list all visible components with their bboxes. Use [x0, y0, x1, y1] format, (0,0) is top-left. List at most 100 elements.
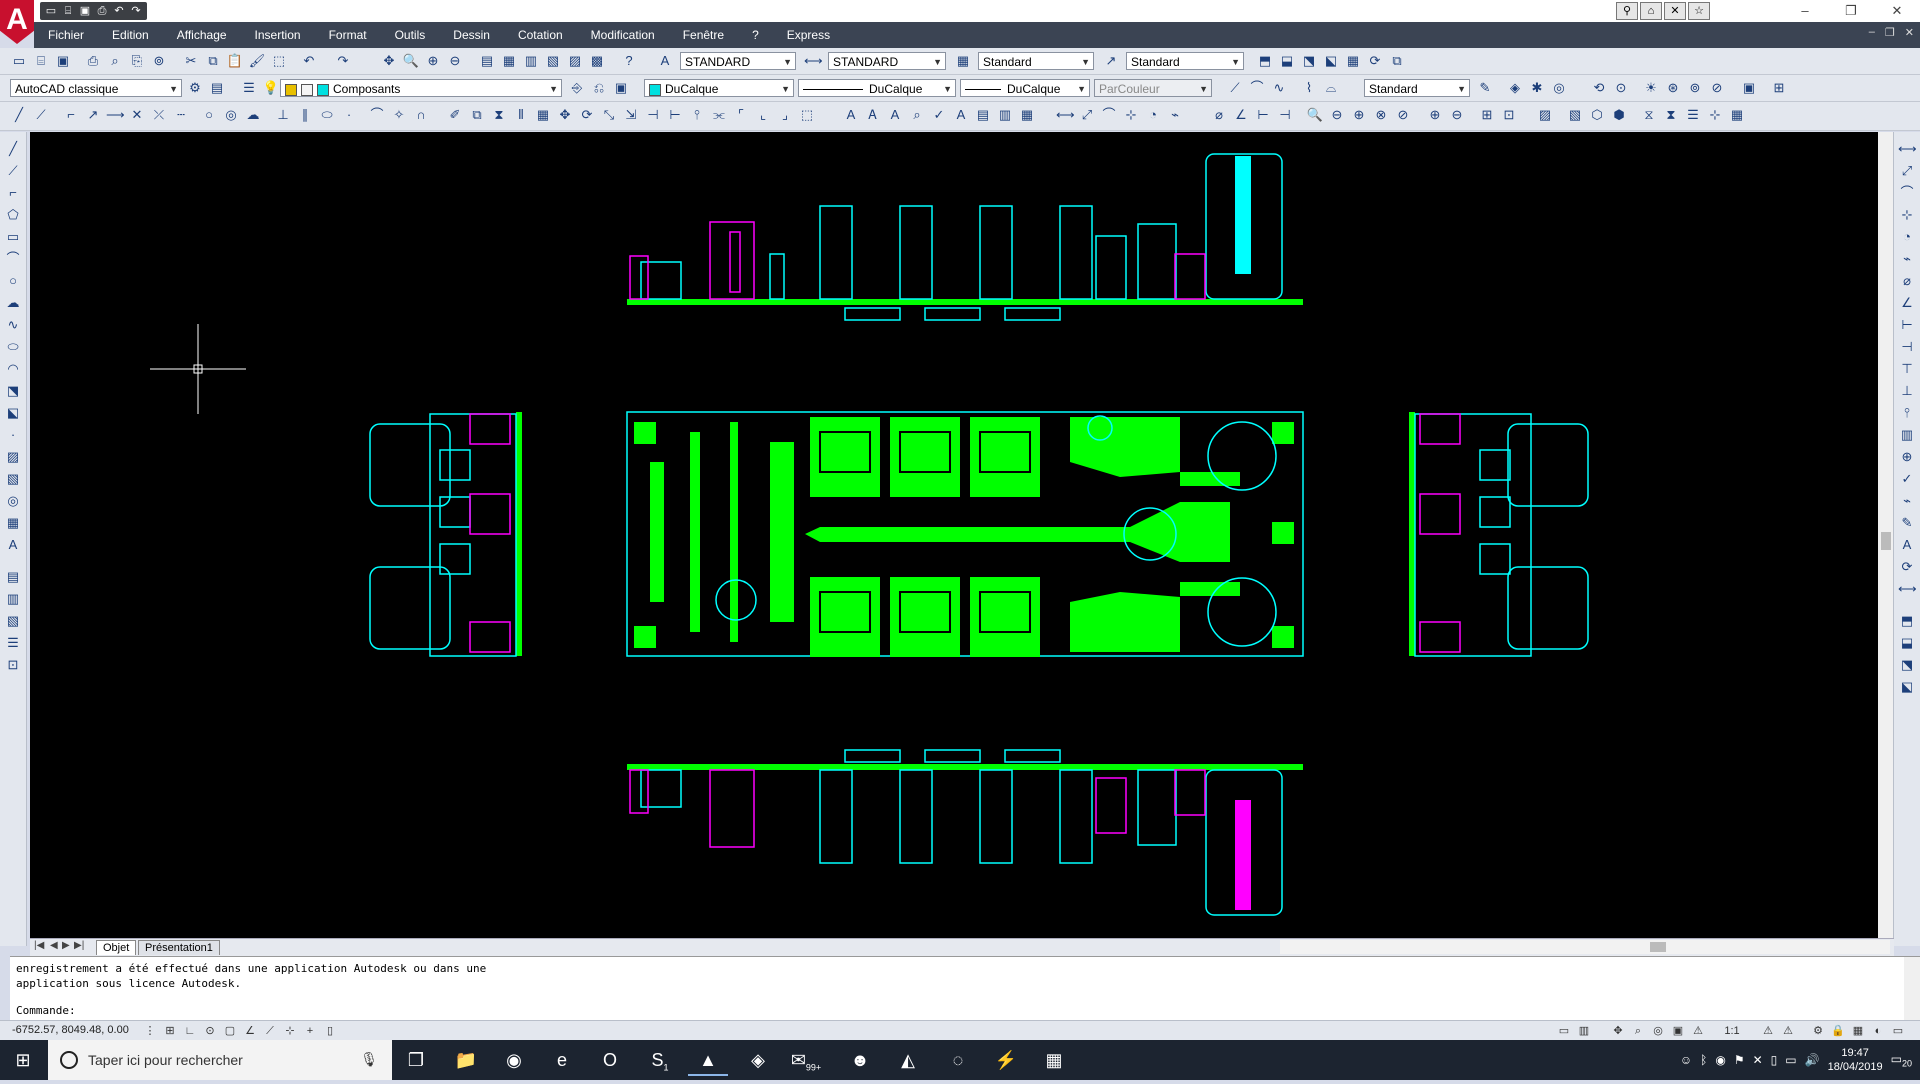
network-icon[interactable]: ▭ — [1785, 1053, 1796, 1067]
menu-insertion[interactable]: Insertion — [241, 22, 315, 48]
layer-previous-icon[interactable]: ⎌ — [590, 79, 608, 97]
fly-icon[interactable]: ⊘ — [1708, 79, 1726, 97]
hardware-accel-icon[interactable]: ▦ — [1850, 1023, 1866, 1039]
dim-style-icon[interactable]: ⟷ — [1898, 580, 1917, 598]
region-icon[interactable]: ◎ — [4, 492, 22, 510]
dim-diameter-icon[interactable]: ⌀ — [1898, 272, 1916, 290]
move-icon[interactable]: ✥ — [556, 106, 574, 124]
measure-icon[interactable]: ⧖ — [1640, 106, 1658, 124]
model-space-canvas[interactable] — [30, 132, 1878, 938]
cut-icon[interactable]: ✂ — [182, 52, 200, 70]
zoom-status-icon[interactable]: ⌕ — [1630, 1023, 1646, 1039]
dim-aligned-icon[interactable]: ⤢ — [1898, 162, 1916, 180]
exchange-icon[interactable]: ⌂ — [1640, 2, 1662, 20]
lineweight-select[interactable]: DuCalque ▼ — [960, 79, 1090, 97]
multileader-style-select[interactable]: Standard ▼ — [1126, 52, 1244, 70]
polar-icon[interactable]: ⊙ — [202, 1023, 218, 1039]
table-style-icon[interactable]: ▦ — [954, 52, 972, 70]
design-center-icon[interactable]: ▦ — [500, 52, 518, 70]
annotation-visibility-icon[interactable]: ⚠ — [1760, 1023, 1776, 1039]
lock-icon[interactable]: 🔒 — [1830, 1023, 1846, 1039]
skype-icon[interactable]: S1 — [640, 1044, 680, 1076]
id-point-icon[interactable]: ⊹ — [1706, 106, 1724, 124]
polyline-edit-icon[interactable]: ⟋ — [1226, 79, 1244, 97]
paste-icon[interactable]: 📋 — [226, 52, 244, 70]
linetype-select[interactable]: DuCalque ▼ — [798, 79, 956, 97]
geo-icon[interactable]: ⊛ — [1664, 79, 1682, 97]
last-tab-icon[interactable]: ▶| — [74, 940, 84, 951]
parallel-icon[interactable]: ∥ — [296, 106, 314, 124]
doc-minimize-icon[interactable]: – — [1869, 26, 1875, 39]
donut-icon[interactable]: ◎ — [222, 106, 240, 124]
ellipse-arc-icon[interactable]: ◠ — [4, 360, 22, 378]
offset-icon[interactable]: ⫴ — [512, 106, 530, 124]
menu-fichier[interactable]: Fichier — [34, 22, 98, 48]
chrome-icon[interactable]: ◉ — [494, 1044, 534, 1076]
polyline-icon[interactable]: ⌐ — [62, 106, 80, 124]
dim-style-icon[interactable]: ⟷ — [804, 52, 823, 70]
horizontal-scroll-thumb[interactable] — [1650, 942, 1666, 952]
app-browser-icon[interactable]: ◌ — [938, 1044, 978, 1076]
attach-xref-icon[interactable]: ⬕ — [1322, 52, 1340, 70]
workspace-switch-icon[interactable]: ⚙ — [1810, 1023, 1826, 1039]
zoom-in-icon[interactable]: ⊕ — [1426, 106, 1444, 124]
redo-icon[interactable]: ↷ — [334, 52, 352, 70]
join-icon[interactable]: ⫘ — [710, 106, 728, 124]
zoom-window-icon[interactable]: ⊕ — [424, 52, 442, 70]
vertical-scrollbar[interactable] — [1878, 132, 1894, 938]
inspection-icon[interactable]: ✓ — [1898, 470, 1916, 488]
lwt-icon[interactable]: + — [302, 1023, 318, 1039]
window-close-icon[interactable]: ✕ — [1874, 0, 1920, 22]
text-scale-icon[interactable]: A — [952, 106, 970, 124]
layer-properties-icon[interactable]: ☰ — [240, 79, 258, 97]
zoom-out-icon[interactable]: ⊖ — [1448, 106, 1466, 124]
dim-linear-icon[interactable]: ⟷ — [1056, 106, 1075, 124]
undo-icon[interactable]: ↶ — [112, 4, 126, 18]
polyline-icon[interactable]: ⌐ — [4, 184, 22, 202]
copy-icon[interactable]: ⧉ — [204, 52, 222, 70]
style-edit-icon[interactable]: ✎ — [1476, 79, 1494, 97]
menu-express[interactable]: Express — [773, 22, 844, 48]
dim-aligned-icon[interactable]: ⤢ — [1078, 106, 1096, 124]
layer-select[interactable]: Composants ▼ — [280, 79, 562, 97]
dashed-line-icon[interactable]: ┄ — [172, 106, 190, 124]
table-edit-icon[interactable]: ▦ — [1018, 106, 1036, 124]
search-icon[interactable]: ⚲ — [1616, 2, 1638, 20]
quick-dim-icon[interactable]: ⊢ — [1254, 106, 1272, 124]
undo-icon[interactable]: ↶ — [300, 52, 318, 70]
dim-baseline-icon[interactable]: ⊣ — [1898, 338, 1916, 356]
prev-tab-icon[interactable]: ◀ — [50, 940, 58, 951]
menu-affichage[interactable]: Affichage — [163, 22, 241, 48]
print-icon[interactable]: ⎙ — [84, 52, 102, 70]
text-style-select[interactable]: STANDARD ▼ — [680, 52, 796, 70]
workspace-settings-icon[interactable]: ⚙ — [186, 79, 204, 97]
app-robot-icon[interactable]: ☻ — [840, 1044, 880, 1076]
battery-icon[interactable]: ▯ — [1771, 1053, 1778, 1067]
save-icon[interactable]: ▣ — [54, 52, 72, 70]
showmotion-icon[interactable]: ▣ — [1670, 1023, 1686, 1039]
otrack-icon[interactable]: ∠ — [242, 1023, 258, 1039]
dim-arc-icon[interactable]: ⌒ — [1898, 184, 1916, 202]
jogged-linear-icon[interactable]: ⌁ — [1898, 492, 1916, 510]
materials-icon[interactable]: ◎ — [1550, 79, 1568, 97]
print-icon[interactable]: ⎙ — [95, 4, 109, 18]
perpendicular-icon[interactable]: ⊥ — [274, 106, 292, 124]
doc-restore-icon[interactable]: ❐ — [1885, 26, 1895, 39]
layer-on-icon[interactable]: 💡 — [262, 79, 280, 97]
clean-screen-icon[interactable]: ▭ — [1890, 1023, 1906, 1039]
vertical-scroll-thumb[interactable] — [1881, 532, 1891, 550]
layer-isolate-icon[interactable]: ⊡ — [4, 656, 22, 674]
autocad-taskbar-icon[interactable]: ▲ — [688, 1044, 728, 1076]
auto-scale-icon[interactable]: ⚠ — [1780, 1023, 1796, 1039]
text-justify-icon[interactable]: ▤ — [974, 106, 992, 124]
circle-icon[interactable]: ○ — [200, 106, 218, 124]
dim-ordinate-icon[interactable]: ⊹ — [1122, 106, 1140, 124]
zoom-window2-icon[interactable]: ⊕ — [1350, 106, 1368, 124]
zoom-scale-icon[interactable]: ⊘ — [1394, 106, 1412, 124]
hatch-icon[interactable]: ▨ — [1536, 106, 1554, 124]
zoom-realtime2-icon[interactable]: 🔍 — [1306, 106, 1324, 124]
dim-arc-icon[interactable]: ⌒ — [1100, 106, 1118, 124]
block-editor-icon[interactable]: ⬚ — [270, 52, 288, 70]
scale-icon[interactable]: ⤡ — [600, 106, 618, 124]
quick-dim-icon[interactable]: ⊢ — [1898, 316, 1916, 334]
